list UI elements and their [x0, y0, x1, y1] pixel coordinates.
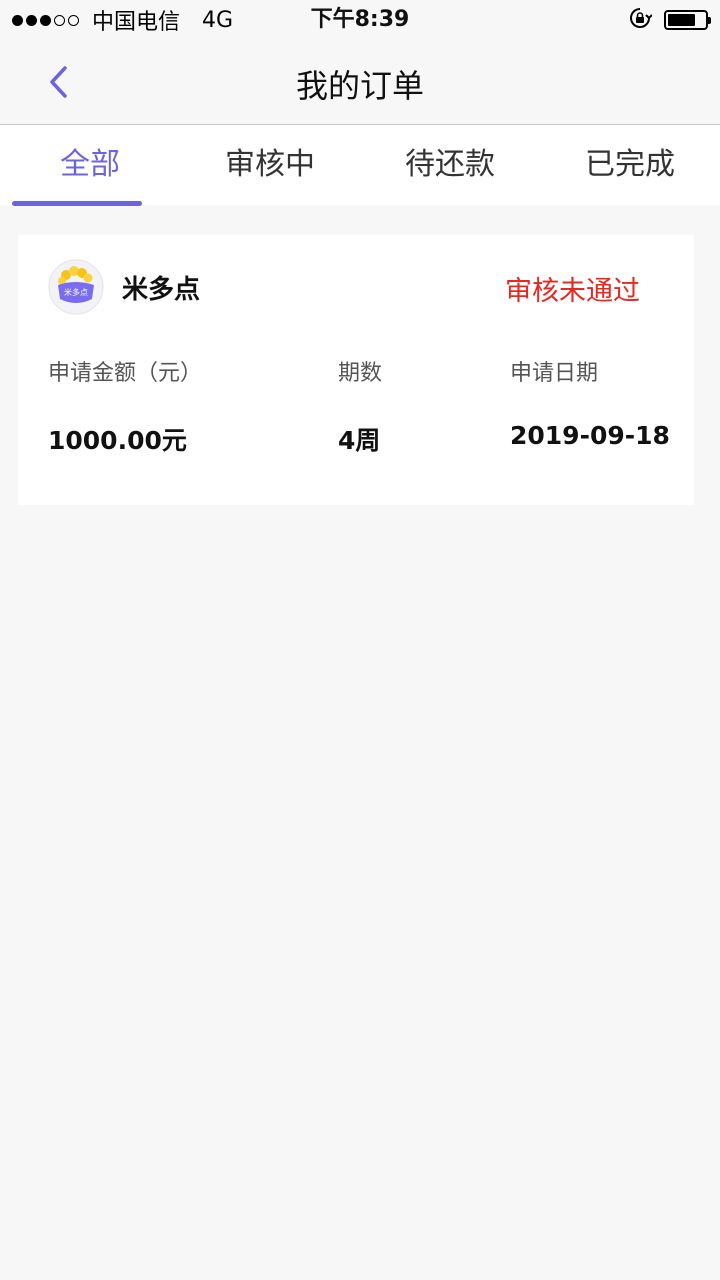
status-left: 中国电信 4G: [12, 6, 234, 35]
date-value: 2019-09-18: [510, 421, 670, 450]
status-badge: 审核未通过: [505, 276, 640, 307]
signal-dot: [68, 14, 79, 26]
page-title: 我的订单: [295, 67, 424, 105]
signal-dot: [12, 14, 23, 26]
chevron-left-icon: [50, 66, 67, 98]
order-card[interactable]: 米多点 米多点 审核未通过 申请金额（元） 期数 申请日期 1000.00元 4…: [18, 235, 694, 505]
network-type: 4G: [202, 7, 234, 33]
signal-strength-icon: [12, 14, 82, 26]
amount-label: 申请金额（元）: [48, 361, 203, 386]
tab-under-review[interactable]: 审核中: [180, 125, 360, 205]
tab-completed[interactable]: 已完成: [540, 125, 720, 205]
status-bar: 中国电信 4G 下午8:39: [0, 0, 720, 40]
product-name: 米多点: [122, 275, 201, 305]
periods-value: 4周: [338, 426, 381, 455]
product-logo: 米多点: [48, 259, 104, 315]
order-tabs: 全部 审核中 待还款 已完成: [0, 125, 720, 205]
tab-all[interactable]: 全部: [0, 125, 180, 205]
tab-pending-repayment[interactable]: 待还款: [360, 125, 540, 205]
periods-label: 期数: [338, 361, 383, 386]
signal-dot: [40, 14, 51, 26]
amount-value: 1000.00元: [48, 426, 187, 455]
signal-dot: [26, 14, 37, 26]
back-button[interactable]: [34, 58, 82, 106]
status-right: [628, 6, 711, 34]
logo-text: 米多点: [64, 287, 88, 297]
signal-dot: [54, 14, 65, 26]
nav-bar: 我的订单: [0, 40, 720, 125]
carrier-name: 中国电信: [92, 10, 181, 35]
active-tab-indicator: [12, 201, 142, 206]
date-label: 申请日期: [510, 361, 599, 386]
rotation-lock-icon: [628, 6, 653, 34]
battery-icon: [664, 10, 711, 30]
battery-fill: [668, 14, 695, 26]
